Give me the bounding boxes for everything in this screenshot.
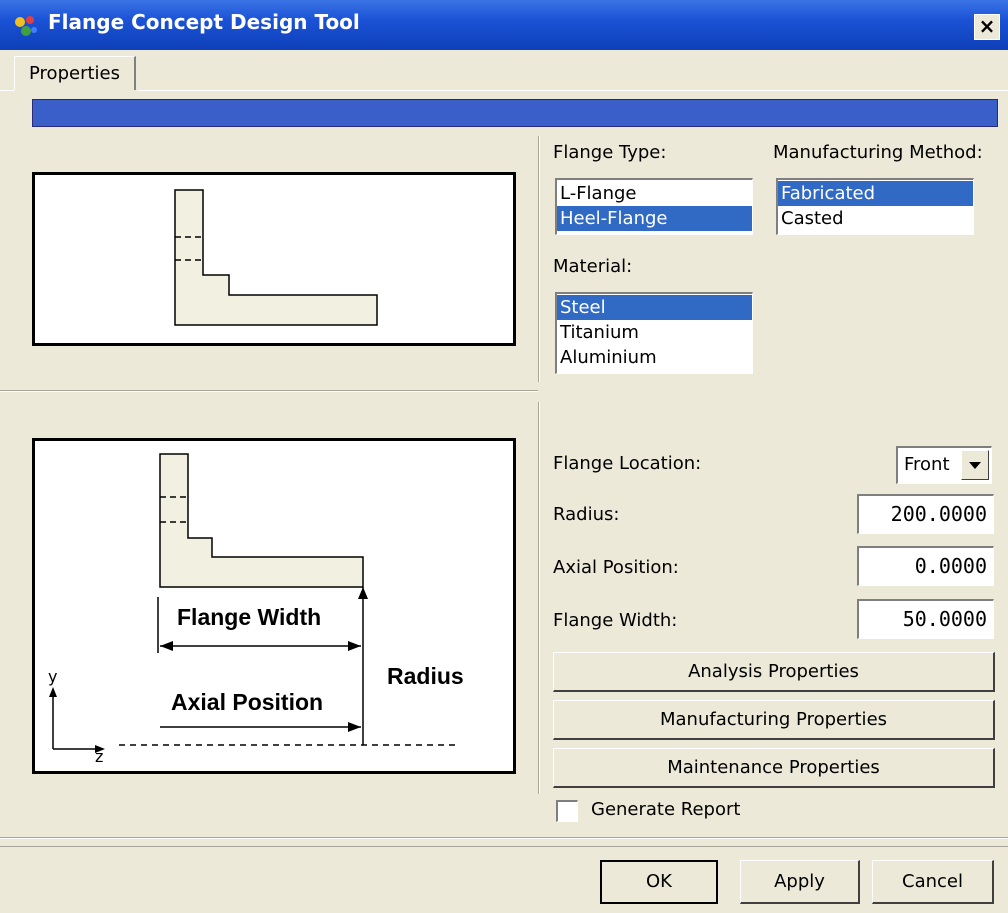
footer-divider [0,838,1008,839]
column-divider [539,402,540,794]
column-divider [539,136,540,382]
flange-location-select[interactable]: Front [896,446,992,484]
flange-type-label: Flange Type: [553,142,667,163]
tab-strip-line [138,90,1008,91]
flange-shape-drawing [174,189,378,326]
list-item-heel-flange[interactable]: Heel-Flange [557,206,752,231]
window-title: Flange Concept Design Tool [48,10,360,34]
footer-divider [0,846,1008,847]
list-item-casted[interactable]: Casted [778,206,973,231]
progress-bar [32,99,998,127]
tab-properties[interactable]: Properties [14,56,136,90]
flange-location-label: Flange Location: [553,453,702,474]
maintenance-properties-button[interactable]: Maintenance Properties [553,748,995,788]
radius-annotation: Radius [387,663,464,689]
axial-position-annotation: Axial Position [171,689,324,715]
list-item-steel[interactable]: Steel [557,295,752,320]
manufacturing-properties-button[interactable]: Manufacturing Properties [553,700,995,740]
progress-fill [33,100,997,126]
analysis-properties-button[interactable]: Analysis Properties [553,652,995,692]
radius-input[interactable]: 200.0000 [857,494,994,534]
apply-button[interactable]: Apply [740,860,860,904]
z-axis-label: z [95,747,104,766]
flange-type-list[interactable]: L-Flange Heel-Flange [555,178,753,235]
cancel-button[interactable]: Cancel [872,860,994,904]
flange-dimension-diagram: Flange Width Axial Position Radius y z [32,438,516,774]
flange-width-annotation: Flange Width [177,604,322,630]
ok-button[interactable]: OK [600,860,718,904]
generate-report-checkbox[interactable] [556,800,578,822]
list-item-l-flange[interactable]: L-Flange [557,181,752,206]
flange-width-label: Flange Width: [553,610,678,631]
close-button[interactable]: × [974,14,1000,40]
app-icon [15,16,37,36]
manufacturing-method-label: Manufacturing Method: [773,142,983,163]
title-bar: Flange Concept Design Tool × [0,0,1008,50]
manufacturing-method-list[interactable]: Fabricated Casted [776,178,974,235]
flange-width-input[interactable]: 50.0000 [857,599,994,639]
generate-report-label: Generate Report [591,799,741,820]
radius-label: Radius: [553,504,620,525]
axial-position-input[interactable]: 0.0000 [857,546,994,586]
list-item-titanium[interactable]: Titanium [557,320,752,345]
section-divider [0,391,538,392]
chevron-down-icon[interactable] [961,450,989,480]
list-item-aluminium[interactable]: Aluminium [557,345,752,370]
tab-strip-line [0,90,14,91]
axial-position-label: Axial Position: [553,557,679,578]
material-label: Material: [553,256,633,277]
list-item-fabricated[interactable]: Fabricated [778,181,973,206]
material-list[interactable]: Steel Titanium Aluminium [555,292,753,374]
y-axis-label: y [48,667,58,686]
flange-type-diagram [32,172,516,346]
flange-location-value: Front [904,454,950,475]
